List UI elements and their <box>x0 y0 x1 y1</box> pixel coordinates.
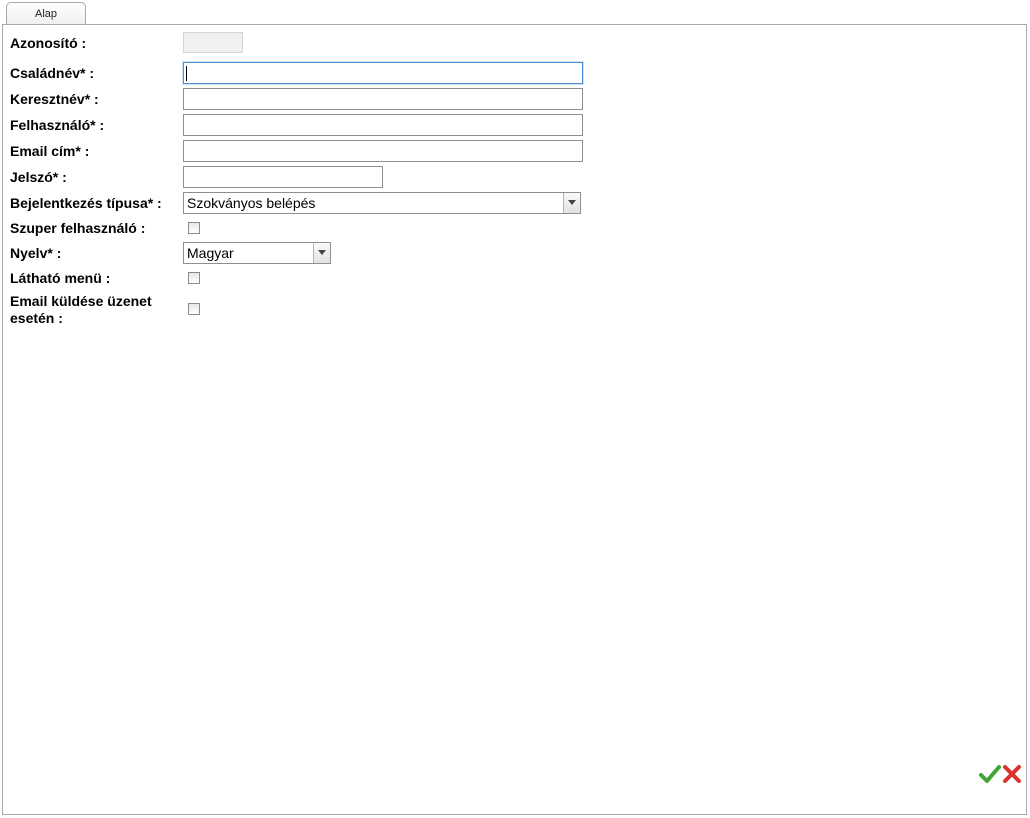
csaladnev-label: Családnév* : <box>10 65 95 81</box>
bejelentkezes-label: Bejelentkezés típusa* : <box>10 195 162 211</box>
form-actions <box>979 764 1023 784</box>
szuper-label: Szuper felhasználó : <box>10 220 146 236</box>
email-input[interactable] <box>183 140 583 162</box>
nyelv-select[interactable]: Magyar <box>183 242 331 264</box>
confirm-button[interactable] <box>979 764 1001 784</box>
lathato-menu-label: Látható menü : <box>10 270 111 286</box>
tab-alap-label: Alap <box>34 8 58 20</box>
bejelentkezes-dropdown-button[interactable] <box>563 193 580 213</box>
keresztnev-input[interactable] <box>183 88 583 110</box>
cross-icon <box>1003 765 1021 783</box>
jelszo-input[interactable] <box>183 166 383 188</box>
azonosito-field <box>183 32 243 53</box>
nyelv-label: Nyelv* : <box>10 245 62 261</box>
csaladnev-input[interactable] <box>183 62 583 84</box>
nyelv-value: Magyar <box>187 245 234 261</box>
szuper-checkbox[interactable] <box>188 222 200 234</box>
chevron-down-icon <box>568 200 576 205</box>
check-icon <box>979 765 1001 783</box>
bejelentkezes-select[interactable]: Szokványos belépés <box>183 192 581 214</box>
user-form-window: Alap Azonosító : Családnév* : Keresztnév… <box>0 0 1030 818</box>
bejelentkezes-value: Szokványos belépés <box>187 195 316 211</box>
felhasznalo-label: Felhasználó* : <box>10 117 105 133</box>
keresztnev-label: Keresztnév* : <box>10 91 99 107</box>
felhasznalo-input[interactable] <box>183 114 583 136</box>
chevron-down-icon <box>318 250 326 255</box>
text-caret <box>186 66 187 81</box>
lathato-menu-checkbox[interactable] <box>188 272 200 284</box>
jelszo-label: Jelszó* : <box>10 169 67 185</box>
email-label: Email cím* : <box>10 143 90 159</box>
email-kuldes-checkbox[interactable] <box>188 303 200 315</box>
cancel-button[interactable] <box>1001 764 1023 784</box>
tab-alap[interactable]: Alap <box>6 2 86 24</box>
email-kuldes-label: Email küldése üzenet esetén : <box>10 293 152 326</box>
azonosito-label: Azonosító : <box>10 35 87 51</box>
nyelv-dropdown-button[interactable] <box>313 243 330 263</box>
